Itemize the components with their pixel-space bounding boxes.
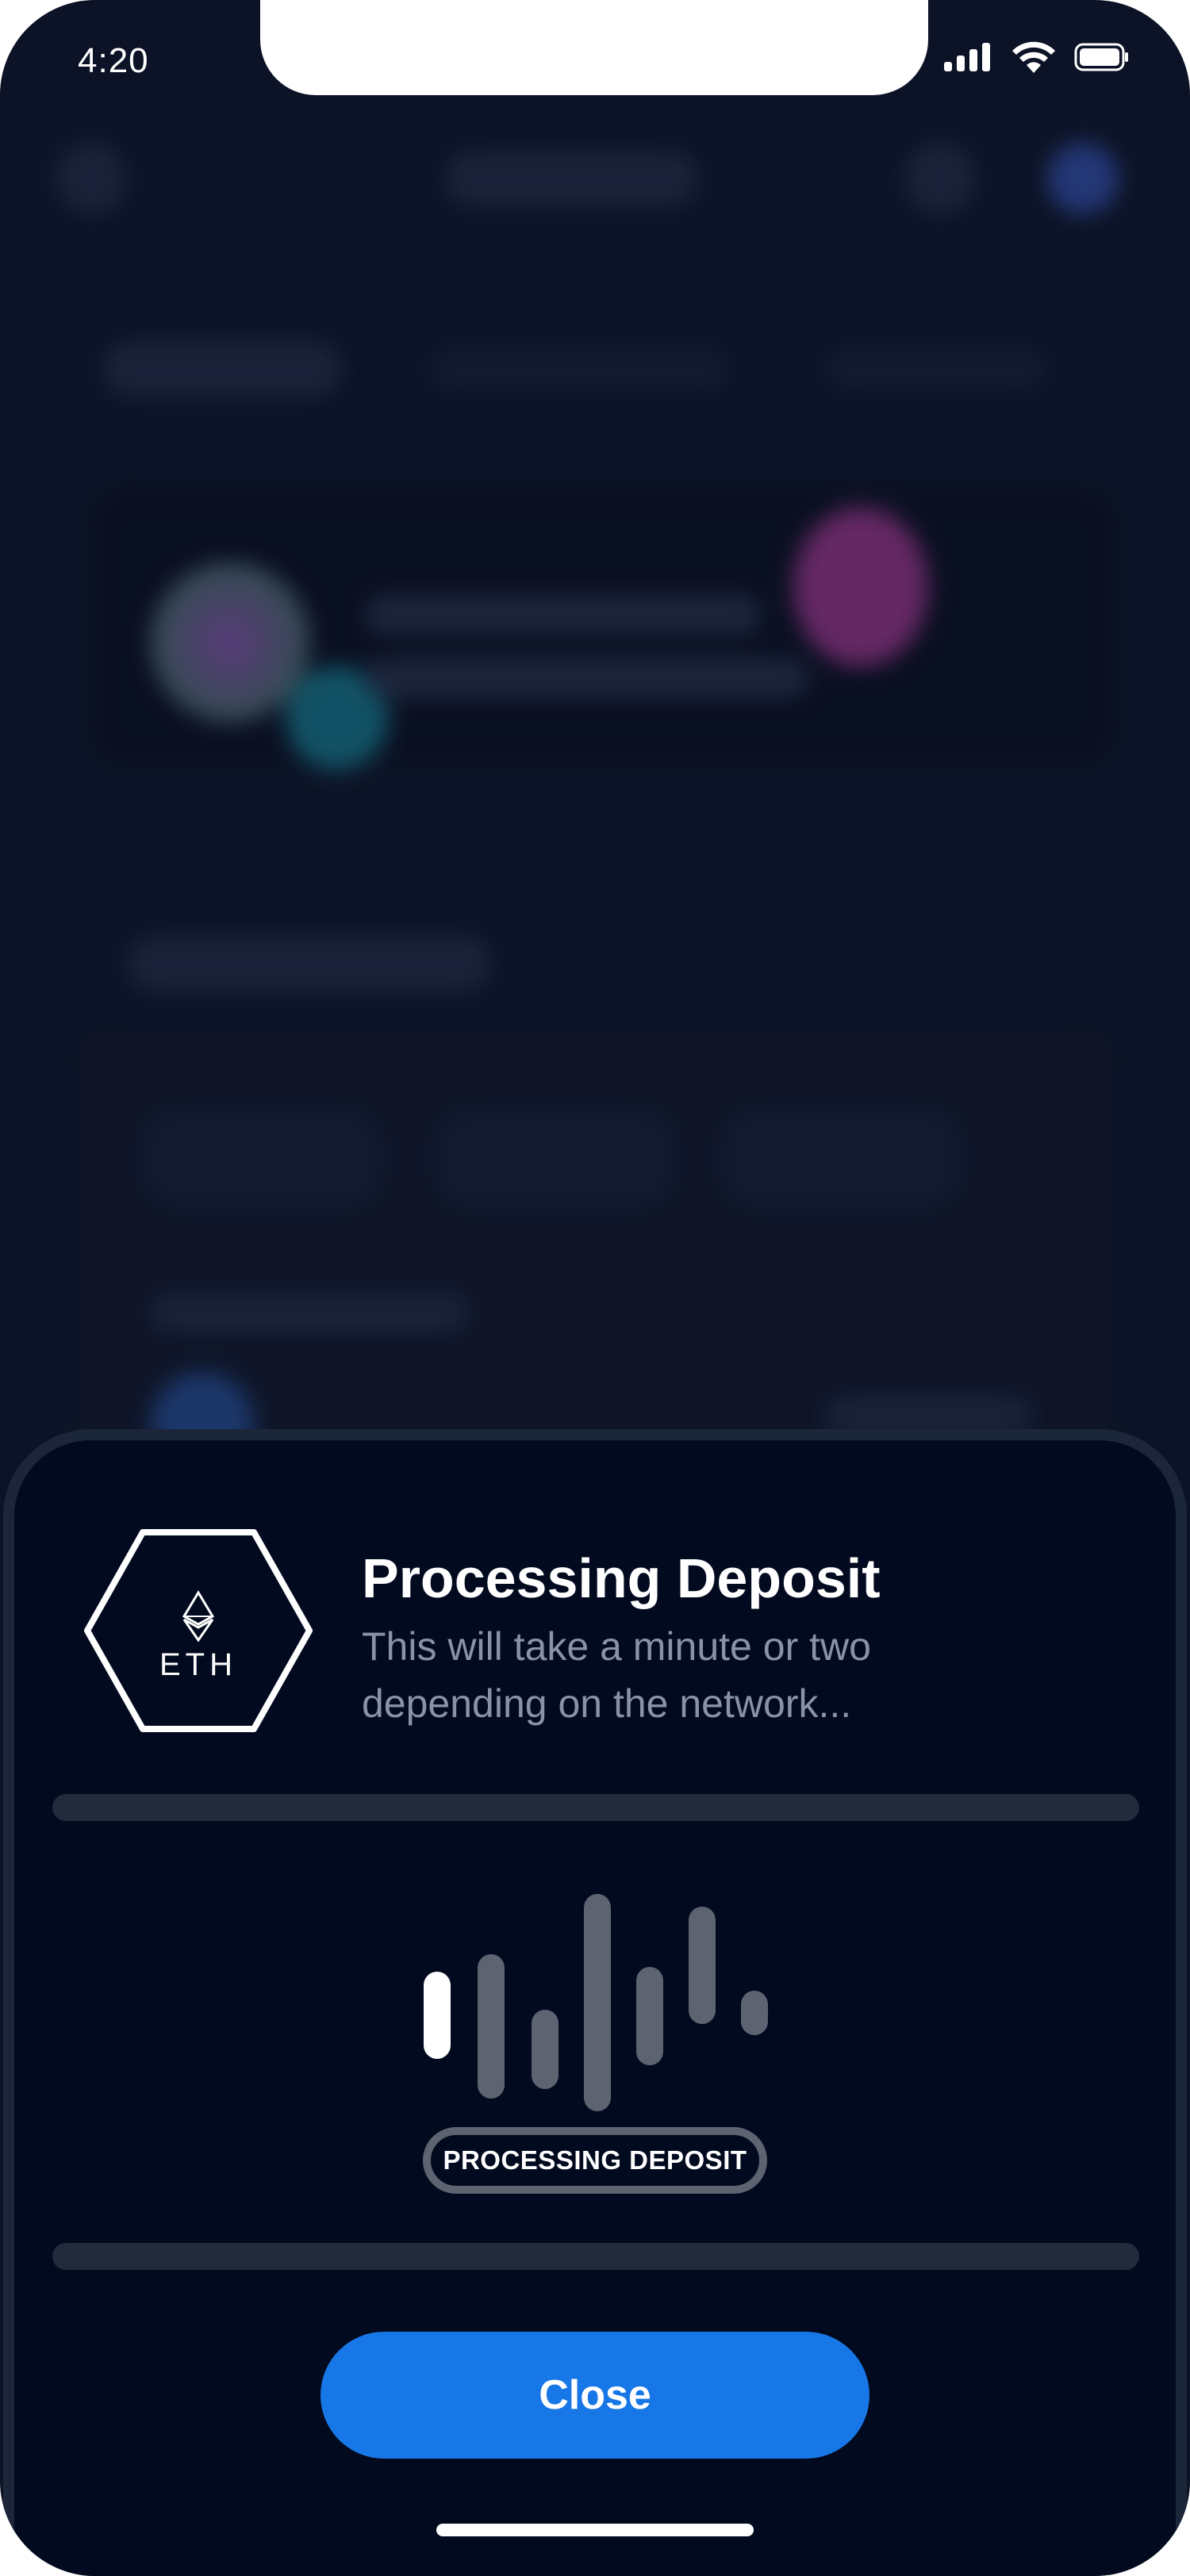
bottom-divider [52, 2243, 1139, 2270]
animation-bar [741, 1991, 768, 2035]
signal-icon [944, 43, 990, 71]
device-notch [260, 0, 928, 95]
animation-bar [424, 1972, 451, 2059]
eth-token-badge: ETH [84, 1529, 313, 1732]
animation-bar [478, 1954, 505, 2099]
animation-bar [584, 1894, 611, 2111]
animation-bar [532, 2010, 559, 2089]
sheet-title: Processing Deposit [362, 1547, 881, 1609]
token-label: ETH [159, 1647, 237, 1682]
top-divider [52, 1794, 1139, 1821]
status-icons [942, 40, 1130, 75]
status-time: 4:20 [78, 41, 149, 80]
home-indicator[interactable] [436, 2524, 754, 2536]
phone-screen: 4:20 ETH Processing Deposit This will ta… [0, 0, 1190, 2576]
animation-bar [689, 1907, 716, 2024]
close-button[interactable]: Close [321, 2332, 869, 2459]
status-pill: PROCESSING DEPOSIT [423, 2127, 767, 2194]
processing-animation-bars [420, 1894, 770, 2116]
sheet-subtitle: This will take a minute or two depending… [362, 1624, 871, 1726]
battery-icon [1074, 43, 1128, 71]
wifi-icon [1012, 41, 1055, 73]
animation-bar [636, 1967, 663, 2065]
